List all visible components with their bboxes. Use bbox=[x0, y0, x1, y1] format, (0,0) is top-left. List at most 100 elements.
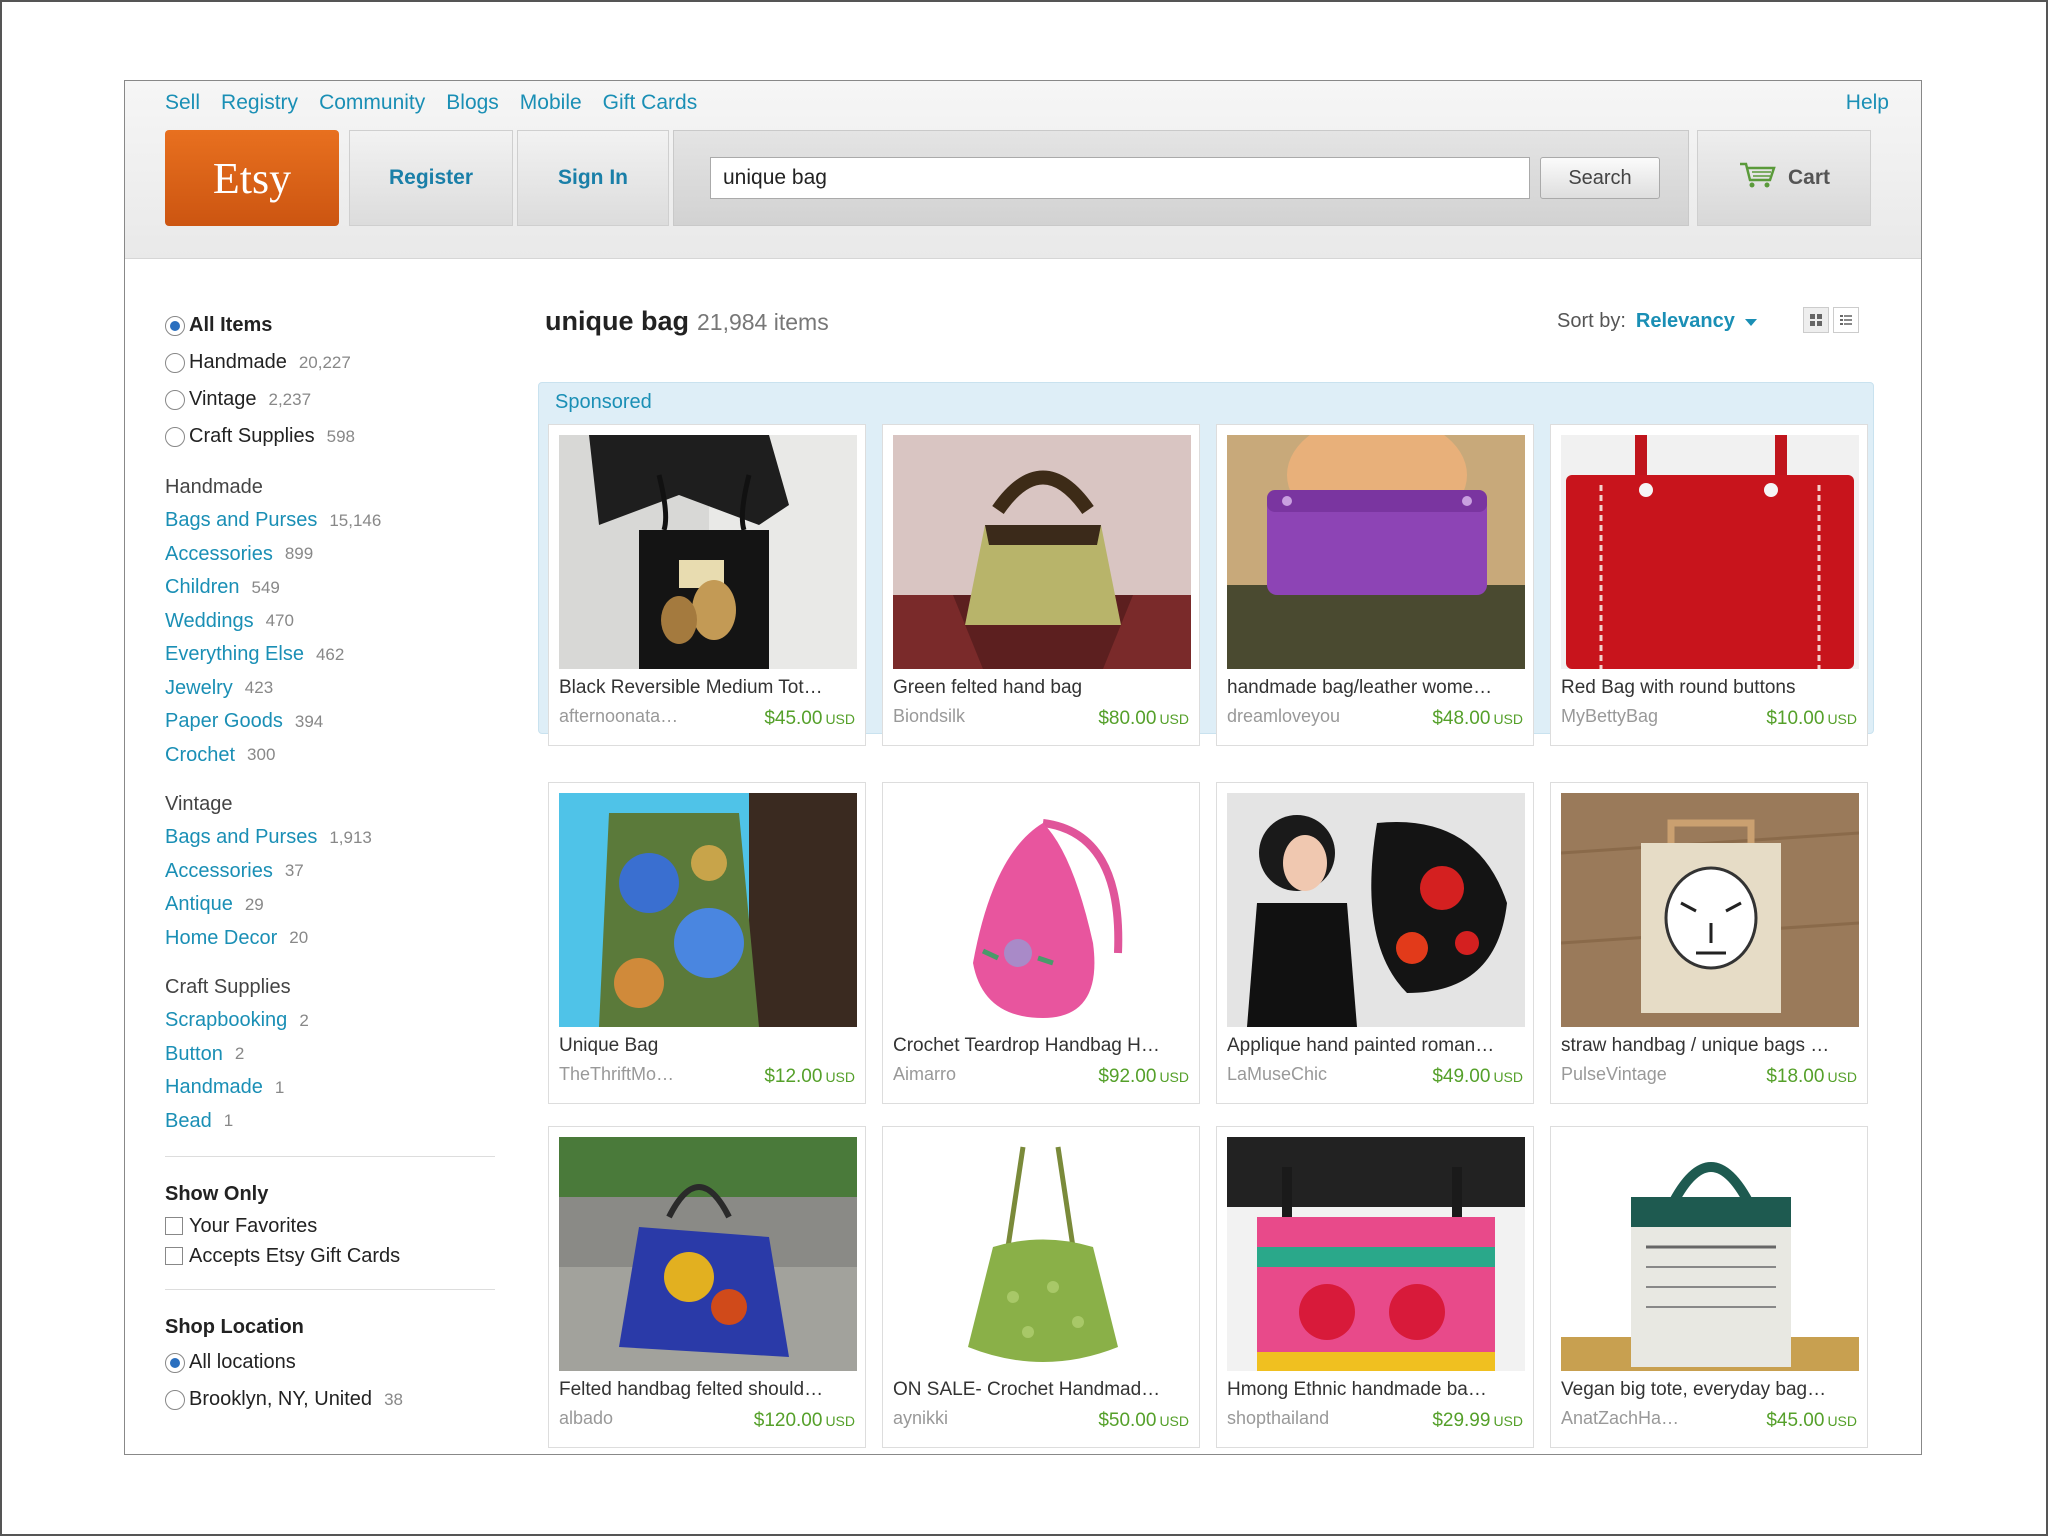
red-bag-photo[interactable] bbox=[1561, 435, 1859, 669]
listing-shop[interactable]: TheThriftMo… bbox=[559, 1064, 709, 1085]
radio-icon[interactable] bbox=[165, 352, 185, 373]
category-link[interactable]: Bags and Purses 15,146 bbox=[165, 504, 525, 538]
top-nav-community[interactable]: Community bbox=[319, 91, 425, 115]
category-link[interactable]: Scrapbooking 2 bbox=[165, 1004, 525, 1038]
listing-price: $45.00 USD bbox=[764, 708, 855, 729]
list-view-icon[interactable] bbox=[1833, 307, 1859, 333]
listing-card[interactable]: Hmong Ethnic handmade ba… shopthailand $… bbox=[1216, 1126, 1534, 1448]
top-nav-registry[interactable]: Registry bbox=[221, 91, 298, 115]
radio-icon[interactable] bbox=[165, 426, 185, 447]
sort-dropdown[interactable]: Relevancy bbox=[1636, 310, 1735, 333]
listing-shop[interactable]: Biondsilk bbox=[893, 706, 1043, 727]
listing-card[interactable]: Black Reversible Medium Tot… afternoonat… bbox=[548, 424, 866, 746]
filter-sidebar: All Items Handmade 20,227 Vintage 2,237 … bbox=[165, 307, 525, 1418]
listing-title[interactable]: Vegan big tote, everyday bag… bbox=[1561, 1379, 1861, 1401]
listing-title[interactable]: Green felted hand bag bbox=[893, 677, 1193, 699]
radio-icon[interactable] bbox=[165, 389, 185, 410]
category-link[interactable]: Button 2 bbox=[165, 1038, 525, 1072]
listing-card[interactable]: straw handbag / unique bags … PulseVinta… bbox=[1550, 782, 1868, 1104]
listing-card[interactable]: Red Bag with round buttons MyBettyBag $1… bbox=[1550, 424, 1868, 746]
category-link[interactable]: Jewelry 423 bbox=[165, 672, 525, 706]
listing-title[interactable]: ON SALE- Crochet Handmad… bbox=[893, 1379, 1193, 1401]
category-link[interactable]: Paper Goods 394 bbox=[165, 705, 525, 739]
poppy-bag-model-photo[interactable] bbox=[1227, 793, 1525, 1027]
listing-card[interactable]: Vegan big tote, everyday bag… AnatZachHa… bbox=[1550, 1126, 1868, 1448]
radio-checked-icon[interactable] bbox=[165, 1352, 185, 1373]
filter-your-favorites[interactable]: Your Favorites bbox=[165, 1211, 525, 1241]
top-nav-gift-cards[interactable]: Gift Cards bbox=[603, 91, 698, 115]
category-link[interactable]: Accessories 37 bbox=[165, 855, 525, 889]
listing-title[interactable]: handmade bag/leather wome… bbox=[1227, 677, 1527, 699]
listing-card[interactable]: ON SALE- Crochet Handmad… aynikki $50.00… bbox=[882, 1126, 1200, 1448]
hmong-embroidered-bag-photo[interactable] bbox=[1227, 1137, 1525, 1371]
etsy-logo[interactable]: Etsy bbox=[165, 130, 339, 226]
listing-title[interactable]: straw handbag / unique bags … bbox=[1561, 1035, 1861, 1057]
filter-handmade[interactable]: Handmade 20,227 bbox=[165, 344, 525, 381]
listing-shop[interactable]: Aimarro bbox=[893, 1064, 1043, 1085]
location-all[interactable]: All locations bbox=[165, 1344, 525, 1381]
category-link[interactable]: Home Decor 20 bbox=[165, 922, 525, 956]
grid-view-icon[interactable] bbox=[1803, 307, 1829, 333]
listing-title[interactable]: Unique Bag bbox=[559, 1035, 859, 1057]
checkbox-icon[interactable] bbox=[165, 1217, 183, 1235]
category-link[interactable]: Children 549 bbox=[165, 571, 525, 605]
radio-icon[interactable] bbox=[165, 1389, 185, 1410]
category-link[interactable]: Bags and Purses 1,913 bbox=[165, 821, 525, 855]
green-felted-bag-photo[interactable] bbox=[893, 435, 1191, 669]
listing-shop[interactable]: shopthailand bbox=[1227, 1408, 1377, 1429]
category-link[interactable]: Handmade 1 bbox=[165, 1071, 525, 1105]
pink-crochet-bag-photo[interactable] bbox=[893, 793, 1191, 1027]
listing-title[interactable]: Red Bag with round buttons bbox=[1561, 677, 1861, 699]
category-link[interactable]: Crochet 300 bbox=[165, 739, 525, 773]
help-link[interactable]: Help bbox=[1846, 91, 1889, 115]
newspaper-tote-photo[interactable] bbox=[1561, 1137, 1859, 1371]
listing-title[interactable]: Applique hand painted roman… bbox=[1227, 1035, 1527, 1057]
floral-bag-photo[interactable] bbox=[559, 793, 857, 1027]
listing-shop[interactable]: albado bbox=[559, 1408, 709, 1429]
filter-vintage[interactable]: Vintage 2,237 bbox=[165, 381, 525, 418]
listing-title[interactable]: Crochet Teardrop Handbag H… bbox=[893, 1035, 1193, 1057]
category-link[interactable]: Accessories 899 bbox=[165, 538, 525, 572]
black-tote-photo[interactable] bbox=[559, 435, 857, 669]
listing-shop[interactable]: aynikki bbox=[893, 1408, 1043, 1429]
sort-control: Sort by: Relevancy bbox=[1557, 310, 1757, 333]
chevron-down-icon[interactable] bbox=[1744, 310, 1757, 333]
filter-all-items[interactable]: All Items bbox=[165, 307, 525, 344]
category-link[interactable]: Weddings 470 bbox=[165, 605, 525, 639]
listing-title[interactable]: Felted handbag felted should… bbox=[559, 1379, 859, 1401]
listing-card[interactable]: Green felted hand bag Biondsilk $80.00 US… bbox=[882, 424, 1200, 746]
top-nav-sell[interactable]: Sell bbox=[165, 91, 200, 115]
listing-shop[interactable]: AnatZachHa… bbox=[1561, 1408, 1711, 1429]
listing-shop[interactable]: MyBettyBag bbox=[1561, 706, 1711, 727]
listing-card[interactable]: Unique Bag TheThriftMo… $12.00 USD bbox=[548, 782, 866, 1104]
listing-shop[interactable]: afternoonata… bbox=[559, 706, 709, 727]
listing-shop[interactable]: dreamloveyou bbox=[1227, 706, 1377, 727]
filter-craft-supplies[interactable]: Craft Supplies 598 bbox=[165, 418, 525, 455]
category-link[interactable]: Bead 1 bbox=[165, 1105, 525, 1139]
felted-shoulder-bag-photo[interactable] bbox=[559, 1137, 857, 1371]
top-nav-mobile[interactable]: Mobile bbox=[520, 91, 582, 115]
listing-card[interactable]: handmade bag/leather wome… dreamloveyou … bbox=[1216, 424, 1534, 746]
checkbox-icon[interactable] bbox=[165, 1247, 183, 1265]
listing-title[interactable]: Black Reversible Medium Tot… bbox=[559, 677, 859, 699]
listing-card[interactable]: Applique hand painted roman… LaMuseChic … bbox=[1216, 782, 1534, 1104]
listing-shop[interactable]: LaMuseChic bbox=[1227, 1064, 1377, 1085]
sign-in-button[interactable]: Sign In bbox=[517, 130, 669, 226]
top-nav-blogs[interactable]: Blogs bbox=[446, 91, 499, 115]
listing-card[interactable]: Felted handbag felted should… albado $12… bbox=[548, 1126, 866, 1448]
radio-checked-icon[interactable] bbox=[165, 315, 185, 336]
cart-button[interactable]: Cart bbox=[1697, 130, 1871, 226]
search-button[interactable]: Search bbox=[1540, 157, 1660, 199]
listing-shop[interactable]: PulseVintage bbox=[1561, 1064, 1711, 1085]
listing-title[interactable]: Hmong Ethnic handmade ba… bbox=[1227, 1379, 1527, 1401]
category-link[interactable]: Antique 29 bbox=[165, 888, 525, 922]
tiger-straw-bag-photo[interactable] bbox=[1561, 793, 1859, 1027]
filter-accepts-gift-cards[interactable]: Accepts Etsy Gift Cards bbox=[165, 1241, 525, 1271]
register-button[interactable]: Register bbox=[349, 130, 513, 226]
location-brooklyn[interactable]: Brooklyn, NY, United 38 bbox=[165, 1381, 525, 1418]
green-crochet-bag-photo[interactable] bbox=[893, 1137, 1191, 1371]
listing-card[interactable]: Crochet Teardrop Handbag H… Aimarro $92.… bbox=[882, 782, 1200, 1104]
category-link[interactable]: Everything Else 462 bbox=[165, 638, 525, 672]
search-input[interactable] bbox=[710, 157, 1530, 199]
purple-leather-clutch-photo[interactable] bbox=[1227, 435, 1525, 669]
